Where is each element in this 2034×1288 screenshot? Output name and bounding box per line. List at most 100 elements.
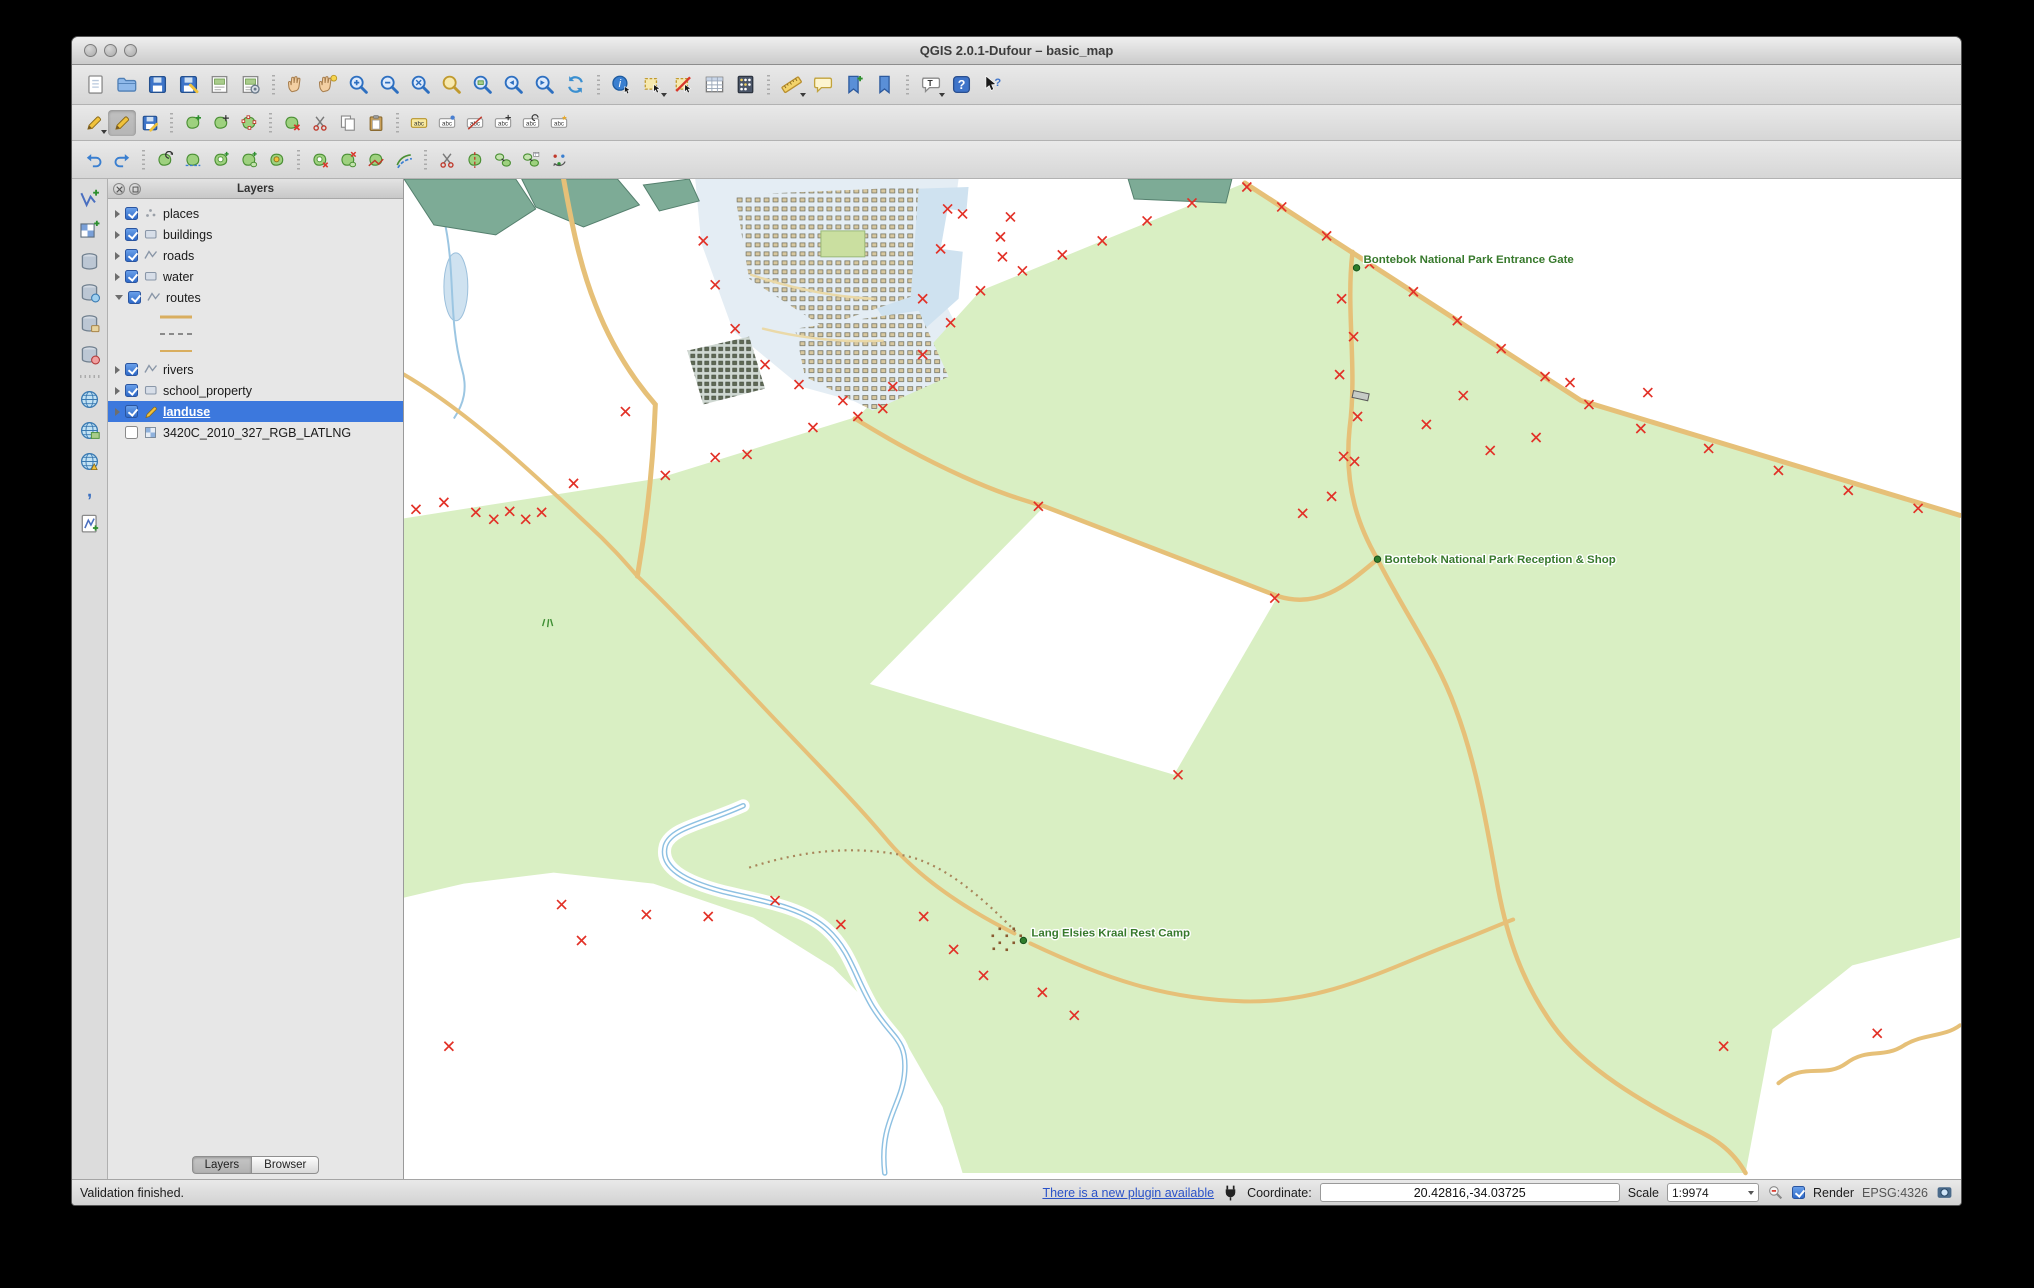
show-hide-labels-button[interactable]	[461, 110, 489, 136]
open-project-button[interactable]	[111, 70, 142, 99]
node-tool-button[interactable]	[235, 110, 263, 136]
coordinate-input[interactable]	[1320, 1183, 1620, 1202]
zoom-last-button[interactable]	[498, 70, 529, 99]
add-wms-layer-button[interactable]	[75, 385, 105, 413]
zoom-in-button[interactable]	[343, 70, 374, 99]
scale-combobox[interactable]: 1:9974	[1667, 1183, 1759, 1202]
add-wfs-layer-button[interactable]	[75, 447, 105, 475]
rotate-feature-button[interactable]	[151, 147, 179, 173]
select-features-button[interactable]	[637, 70, 668, 99]
layer-expand-arrow[interactable]	[115, 387, 120, 395]
new-bookmark-button[interactable]	[838, 70, 869, 99]
layer-item-places[interactable]: places	[108, 203, 403, 224]
save-project-as-button[interactable]	[173, 70, 204, 99]
zoom-window-button[interactable]	[124, 44, 137, 57]
split-features-button[interactable]	[433, 147, 461, 173]
layer-visibility-checkbox[interactable]	[125, 228, 138, 241]
layer-item-buildings[interactable]: buildings	[108, 224, 403, 245]
add-vector-layer-button[interactable]	[75, 185, 105, 213]
symbology-item[interactable]	[108, 342, 403, 359]
add-part-button[interactable]	[235, 147, 263, 173]
rotate-label-button[interactable]	[517, 110, 545, 136]
layer-visibility-checkbox[interactable]	[128, 291, 141, 304]
crs-status-icon[interactable]	[1936, 1184, 1953, 1201]
layer-expand-arrow[interactable]	[115, 231, 120, 239]
minimize-window-button[interactable]	[104, 44, 117, 57]
layer-visibility-checkbox[interactable]	[125, 363, 138, 376]
new-print-composer-button[interactable]	[204, 70, 235, 99]
toggle-editing-button[interactable]	[108, 110, 136, 136]
layer-expand-arrow[interactable]	[115, 408, 120, 416]
rotate-point-symbols-button[interactable]	[545, 147, 573, 173]
symbology-item[interactable]	[108, 325, 403, 342]
zoom-to-selection-button[interactable]	[436, 70, 467, 99]
split-parts-button[interactable]	[461, 147, 489, 173]
layer-visibility-checkbox[interactable]	[125, 426, 138, 439]
copy-features-button[interactable]	[334, 110, 362, 136]
layer-expand-arrow[interactable]	[115, 273, 120, 281]
zoom-to-layer-button[interactable]	[467, 70, 498, 99]
layer-visibility-checkbox[interactable]	[125, 270, 138, 283]
layer-visibility-checkbox[interactable]	[125, 384, 138, 397]
layer-item-landuse[interactable]: landuse	[108, 401, 403, 422]
offset-curve-button[interactable]	[390, 147, 418, 173]
undo-button[interactable]	[80, 147, 108, 173]
redo-button[interactable]	[108, 147, 136, 173]
add-raster-layer-button[interactable]	[75, 216, 105, 244]
panel-close-button[interactable]	[113, 183, 125, 195]
layer-visibility-checkbox[interactable]	[125, 405, 138, 418]
add-spatialite-layer-button[interactable]	[75, 278, 105, 306]
symbology-item[interactable]	[108, 308, 403, 325]
add-delimited-text-layer-button[interactable]	[75, 478, 105, 506]
pan-to-selection-button[interactable]	[312, 70, 343, 99]
new-shapefile-layer-button[interactable]	[75, 509, 105, 537]
save-layer-edits-button[interactable]	[136, 110, 164, 136]
pan-map-button[interactable]	[281, 70, 312, 99]
layer-item-water[interactable]: water	[108, 266, 403, 287]
text-annotation-button[interactable]	[915, 70, 946, 99]
cut-features-button[interactable]	[306, 110, 334, 136]
layer-expand-arrow[interactable]	[115, 252, 120, 260]
layer-item-school_property[interactable]: school_property	[108, 380, 403, 401]
map-view[interactable]: Bontebok National Park Entrance Gate Bon…	[404, 179, 1961, 1179]
new-project-button[interactable]	[80, 70, 111, 99]
layer-visibility-checkbox[interactable]	[125, 249, 138, 262]
fill-ring-button[interactable]	[263, 147, 291, 173]
stop-rendering-icon[interactable]	[1767, 1184, 1784, 1201]
close-window-button[interactable]	[84, 44, 97, 57]
delete-ring-button[interactable]	[306, 147, 334, 173]
map-canvas[interactable]: Bontebok National Park Entrance Gate Bon…	[404, 179, 1961, 1179]
refresh-map-button[interactable]	[560, 70, 591, 99]
layer-visibility-checkbox[interactable]	[125, 207, 138, 220]
labeling-options-button[interactable]	[405, 110, 433, 136]
save-project-button[interactable]	[142, 70, 173, 99]
map-tips-button[interactable]	[807, 70, 838, 99]
panel-float-button[interactable]	[129, 183, 141, 195]
open-attribute-table-button[interactable]	[699, 70, 730, 99]
current-edits-button[interactable]	[80, 110, 108, 136]
layer-item-roads[interactable]: roads	[108, 245, 403, 266]
add-wcs-layer-button[interactable]	[75, 416, 105, 444]
panel-tab-browser[interactable]: Browser	[251, 1156, 319, 1174]
merge-attributes-button[interactable]	[517, 147, 545, 173]
zoom-next-button[interactable]	[529, 70, 560, 99]
measure-button[interactable]	[776, 70, 807, 99]
pin-unpin-labels-button[interactable]	[433, 110, 461, 136]
add-ring-button[interactable]	[207, 147, 235, 173]
field-calculator-button[interactable]	[730, 70, 761, 99]
paste-features-button[interactable]	[362, 110, 390, 136]
delete-part-button[interactable]	[334, 147, 362, 173]
layer-item-rivers[interactable]: rivers	[108, 359, 403, 380]
whats-this-button[interactable]	[977, 70, 1008, 99]
layer-item-3420C_2010_327_RGB_LATLNG[interactable]: 3420C_2010_327_RGB_LATLNG	[108, 422, 403, 443]
layer-expand-arrow[interactable]	[115, 295, 123, 300]
zoom-full-button[interactable]	[405, 70, 436, 99]
identify-features-button[interactable]	[606, 70, 637, 99]
deselect-all-button[interactable]	[668, 70, 699, 99]
layer-expand-arrow[interactable]	[115, 210, 120, 218]
layer-expand-arrow[interactable]	[115, 366, 120, 374]
move-label-button[interactable]	[489, 110, 517, 136]
composer-manager-button[interactable]	[235, 70, 266, 99]
render-checkbox[interactable]	[1792, 1186, 1805, 1199]
show-bookmarks-button[interactable]	[869, 70, 900, 99]
